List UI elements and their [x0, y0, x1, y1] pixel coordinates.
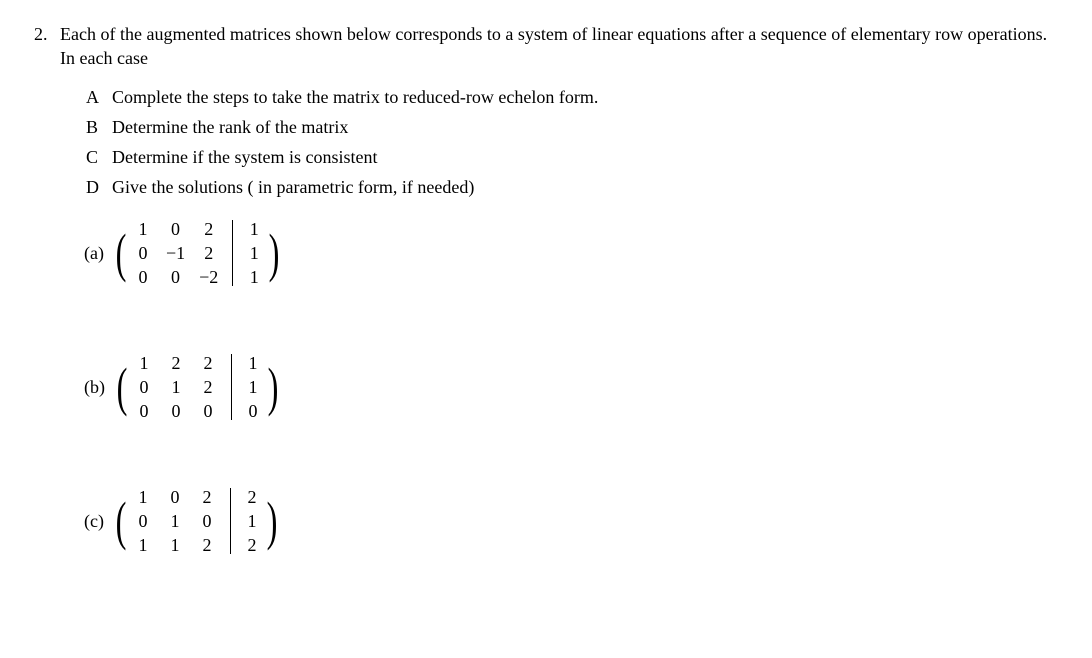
matrix-item: (b)(122012000110) — [84, 350, 1058, 424]
matrix-body: 122012000110 — [127, 350, 268, 424]
matrix-cell: 1 — [134, 533, 152, 557]
augmented-matrix: (122012000110) — [117, 350, 278, 424]
matrix-cell: 1 — [166, 533, 184, 557]
matrix-cell: 2 — [198, 533, 216, 557]
augment-column: 111 — [241, 216, 267, 290]
matrix-item: (a)(1020−1200−2111) — [84, 216, 1058, 290]
problem-body: Each of the augmented matrices shown bel… — [60, 22, 1058, 618]
subpart-b: B Determine the rank of the matrix — [86, 115, 1058, 139]
matrix-cell: 2 — [198, 485, 216, 509]
matrix-cell: 2 — [199, 375, 217, 399]
augment-bar — [231, 354, 232, 420]
matrix-cell: 1 — [167, 375, 185, 399]
matrix-cell: 0 — [166, 485, 184, 509]
subpart-list: A Complete the steps to take the matrix … — [86, 85, 1058, 200]
matrix-cell: 0 — [167, 399, 185, 423]
subpart-text: Give the solutions ( in parametric form,… — [112, 175, 474, 199]
matrix-cell: 1 — [134, 217, 152, 241]
matrix-cell: 2 — [199, 241, 218, 265]
subpart-label: B — [86, 115, 112, 139]
left-paren: ( — [116, 216, 127, 290]
subpart-label: D — [86, 175, 112, 199]
matrix-cell: −1 — [166, 241, 185, 265]
problem-intro: Each of the augmented matrices shown bel… — [60, 22, 1058, 71]
matrix-cell: 2 — [199, 351, 217, 375]
part-label: (b) — [84, 375, 105, 399]
left-paren: ( — [116, 484, 127, 558]
matrix-cell: 0 — [166, 265, 185, 289]
part-label: (a) — [84, 241, 104, 265]
matrix-cell: 1 — [245, 241, 263, 265]
matrix-cell: 0 — [134, 509, 152, 533]
coefficient-grid: 102010112 — [128, 484, 222, 558]
matrix-body: 102010112212 — [126, 484, 267, 558]
matrix-cell: 0 — [166, 217, 185, 241]
matrix-cell: 1 — [244, 375, 262, 399]
matrix-cell: 0 — [134, 241, 152, 265]
coefficient-grid: 122012000 — [129, 350, 223, 424]
problem: 2. Each of the augmented matrices shown … — [34, 22, 1058, 618]
subpart-a: A Complete the steps to take the matrix … — [86, 85, 1058, 109]
matrix-cell: −2 — [199, 265, 218, 289]
part-label: (c) — [84, 509, 104, 533]
subpart-label: A — [86, 85, 112, 109]
matrix-cell: 2 — [243, 485, 261, 509]
subpart-d: D Give the solutions ( in parametric for… — [86, 175, 1058, 199]
subpart-c: C Determine if the system is consistent — [86, 145, 1058, 169]
subpart-text: Complete the steps to take the matrix to… — [112, 85, 598, 109]
matrix-cell: 0 — [198, 509, 216, 533]
matrix-cell: 1 — [245, 217, 263, 241]
augment-column: 212 — [239, 484, 265, 558]
matrix-cell: 0 — [135, 375, 153, 399]
right-paren: ) — [267, 484, 278, 558]
matrix-cell: 1 — [135, 351, 153, 375]
matrix-cell: 2 — [243, 533, 261, 557]
matrix-item: (c)(102010112212) — [84, 484, 1058, 558]
matrix-cell: 1 — [243, 509, 261, 533]
matrix-cell: 0 — [244, 399, 262, 423]
augment-column: 110 — [240, 350, 266, 424]
matrix-cell: 1 — [245, 265, 263, 289]
augment-bar — [230, 488, 231, 554]
subpart-label: C — [86, 145, 112, 169]
matrix-cell: 2 — [199, 217, 218, 241]
matrix-cell: 0 — [135, 399, 153, 423]
augmented-matrix: (102010112212) — [116, 484, 277, 558]
matrix-cell: 1 — [244, 351, 262, 375]
matrix-cell: 2 — [167, 351, 185, 375]
augmented-matrix: (1020−1200−2111) — [116, 216, 279, 290]
right-paren: ) — [268, 350, 279, 424]
left-paren: ( — [117, 350, 128, 424]
matrix-list: (a)(1020−1200−2111)(b)(122012000110)(c)(… — [84, 216, 1058, 558]
subpart-text: Determine the rank of the matrix — [112, 115, 348, 139]
augment-bar — [232, 220, 233, 286]
matrix-cell: 1 — [134, 485, 152, 509]
matrix-cell: 1 — [166, 509, 184, 533]
problem-number: 2. — [34, 22, 54, 46]
right-paren: ) — [269, 216, 280, 290]
matrix-body: 1020−1200−2111 — [126, 216, 269, 290]
subpart-text: Determine if the system is consistent — [112, 145, 377, 169]
matrix-cell: 0 — [199, 399, 217, 423]
coefficient-grid: 1020−1200−2 — [128, 216, 224, 290]
matrix-cell: 0 — [134, 265, 152, 289]
